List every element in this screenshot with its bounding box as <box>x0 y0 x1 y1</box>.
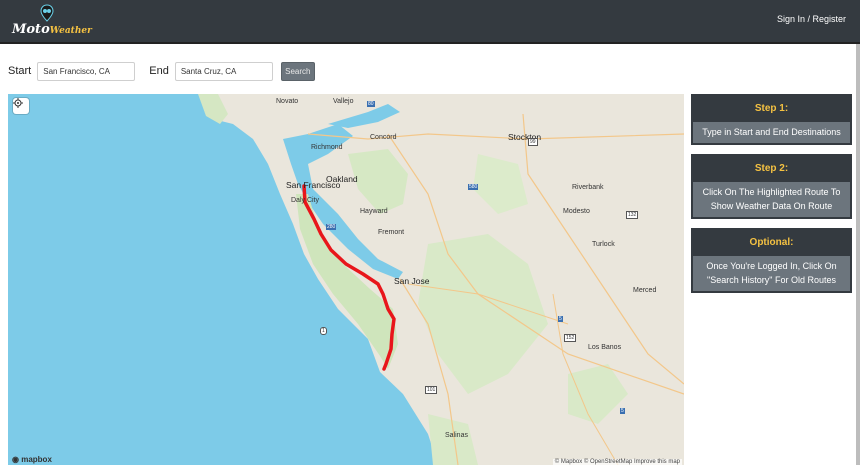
city-fremont: Fremont <box>378 229 405 236</box>
city-turlock: Turlock <box>592 241 615 248</box>
optional-step-card: Optional: Once You're Logged In, Click O… <box>691 228 852 293</box>
map-attribution[interactable]: © Mapbox © OpenStreetMap Improve this ma… <box>552 459 682 465</box>
city-modesto: Modesto <box>563 208 590 215</box>
map-canvas[interactable] <box>8 94 684 465</box>
step-title: Step 2: <box>693 156 850 182</box>
end-label: End <box>149 65 169 77</box>
map-pin-icon <box>40 4 54 22</box>
city-riverbank: Riverbank <box>572 184 604 191</box>
start-input[interactable] <box>37 61 136 81</box>
signin-register-link[interactable]: Sign In / Register <box>777 14 846 24</box>
city-los-banos: Los Banos <box>588 344 622 351</box>
shield-us99: 99 <box>528 138 538 146</box>
city-novato: Novato <box>276 98 299 105</box>
logo-sub: Weather <box>49 26 92 36</box>
city-vallejo: Vallejo <box>333 98 354 105</box>
step-text: Type in Start and End Destinations <box>702 127 841 137</box>
city-merced: Merced <box>633 287 657 294</box>
step-2-card: Step 2: Click On The Highlighted Route T… <box>691 154 852 219</box>
shield-i80: 80 <box>367 101 375 107</box>
step-text: Click On The Highlighted Route To Show W… <box>702 187 841 211</box>
route-form: Start End Search <box>8 61 315 81</box>
navbar: MotoWeather Sign In / Register <box>0 0 860 44</box>
shield-i280: 280 <box>326 224 337 230</box>
shield-sr132: 132 <box>626 211 639 219</box>
logo-text: MotoWeather <box>12 22 92 37</box>
step-title: Step 1: <box>693 96 850 122</box>
logo-main: Moto <box>12 22 50 37</box>
shield-sr152: 152 <box>564 334 577 342</box>
mapbox-logo[interactable]: ◉ mapbox <box>12 455 52 464</box>
city-san-jose: San Jose <box>394 276 430 286</box>
city-hayward: Hayward <box>360 208 388 215</box>
step-1-card: Step 1: Type in Start and End Destinatio… <box>691 94 852 145</box>
step-title: Optional: <box>693 230 850 256</box>
crosshair-icon <box>13 98 23 108</box>
shield-us101: 101 <box>425 386 438 394</box>
route-map[interactable]: Novato Vallejo Concord Stockton Richmond… <box>8 94 684 465</box>
search-button[interactable]: Search <box>280 61 315 81</box>
city-richmond: Richmond <box>311 144 343 151</box>
city-san-francisco: San Francisco <box>286 180 341 190</box>
shield-sr1: 1 <box>320 327 327 335</box>
city-concord: Concord <box>370 134 397 141</box>
end-input[interactable] <box>174 61 273 81</box>
geolocate-button[interactable] <box>13 98 29 114</box>
moto-weather-logo[interactable]: MotoWeather <box>10 4 92 40</box>
city-salinas: Salinas <box>445 432 468 439</box>
shield-i5: 5 <box>558 316 563 322</box>
mapbox-icon: ◉ <box>12 455 19 464</box>
step-text: Once You're Logged In, Click On "Search … <box>706 261 837 285</box>
shield-i5-south: 5 <box>620 408 625 414</box>
instructions-panel: Step 1: Type in Start and End Destinatio… <box>691 94 852 302</box>
scrollbar[interactable] <box>856 44 860 465</box>
start-label: Start <box>8 65 32 77</box>
mapbox-logo-text: mapbox <box>21 455 52 464</box>
shield-i580: 580 <box>468 184 479 190</box>
city-daly-city: Daly City <box>291 197 320 204</box>
